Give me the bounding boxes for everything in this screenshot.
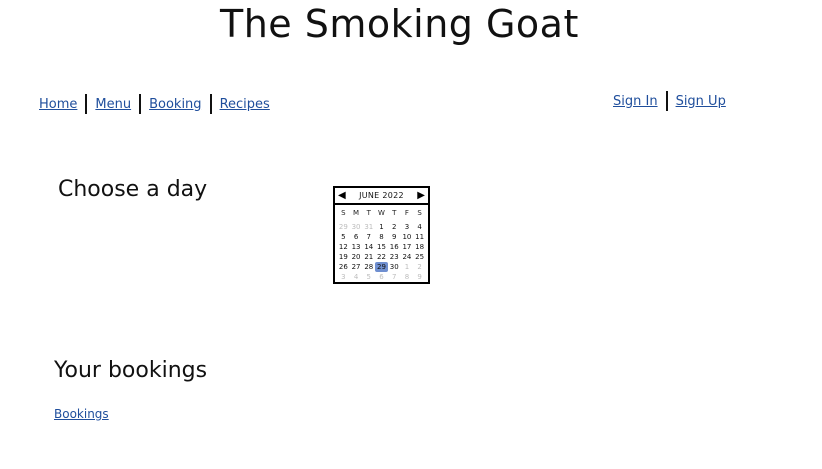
calendar-day[interactable]: 5 (362, 272, 375, 282)
calendar-day[interactable]: 5 (337, 232, 350, 242)
calendar-week-row: 19 20 21 22 23 24 25 (335, 252, 428, 262)
calendar-day[interactable]: 30 (388, 262, 401, 272)
main-nav: Home Menu Booking Recipes (39, 94, 270, 114)
nav-separator (85, 94, 88, 114)
calendar-week-row: 3456789 (335, 272, 428, 282)
calendar-header: ◀ JUNE 2022 ▶ (335, 188, 428, 205)
calendar-day[interactable]: 4 (413, 222, 426, 232)
nav-recipes-link[interactable]: Recipes (220, 97, 270, 112)
weekday-label: W (378, 209, 385, 217)
weekday-label: M (353, 209, 360, 217)
your-bookings-heading: Your bookings (54, 358, 208, 383)
weekday-label: T (366, 209, 371, 217)
weekday-label: S (341, 209, 346, 217)
nav-booking-link[interactable]: Booking (149, 97, 201, 112)
calendar-day[interactable]: 26 (337, 262, 350, 272)
weekday-label: F (404, 209, 409, 217)
calendar-day[interactable]: 2 (388, 222, 401, 232)
calendar-day[interactable]: 9 (413, 272, 426, 282)
calendar-week-row: 26 27 28 29 30 1 2 (335, 262, 428, 272)
calendar-day[interactable]: 14 (362, 242, 375, 252)
sign-in-link[interactable]: Sign In (613, 94, 658, 109)
calendar-day[interactable]: 17 (401, 242, 414, 252)
calendar-day[interactable]: 20 (350, 252, 363, 262)
calendar-day[interactable]: 10 (401, 232, 414, 242)
calendar-day[interactable]: 7 (388, 272, 401, 282)
calendar-day[interactable]: 11 (413, 232, 426, 242)
calendar-day[interactable]: 8 (375, 232, 388, 242)
calendar-day[interactable]: 8 (401, 272, 414, 282)
date-picker-calendar: ◀ JUNE 2022 ▶ S M T W T F S 29 30 31 1 2 3 4 5 6… (333, 186, 430, 284)
calendar-day[interactable]: 7 (362, 232, 375, 242)
bookings-link[interactable]: Bookings (54, 407, 109, 421)
calendar-day[interactable]: 21 (362, 252, 375, 262)
prev-month-icon[interactable]: ◀ (338, 190, 346, 201)
calendar-day[interactable]: 30 (350, 222, 363, 232)
calendar-day[interactable]: 16 (388, 242, 401, 252)
nav-separator (209, 94, 212, 114)
calendar-day[interactable]: 1 (375, 222, 388, 232)
auth-nav: Sign In Sign Up (613, 91, 726, 111)
calendar-day-selected[interactable]: 29 (375, 262, 388, 272)
site-title: The Smoking Goat (220, 2, 579, 46)
calendar-day[interactable]: 27 (350, 262, 363, 272)
calendar-day[interactable]: 9 (388, 232, 401, 242)
calendar-day[interactable]: 3 (401, 222, 414, 232)
calendar-day[interactable]: 1 (401, 262, 414, 272)
calendar-day[interactable]: 19 (337, 252, 350, 262)
nav-menu-link[interactable]: Menu (95, 97, 131, 112)
calendar-day[interactable]: 18 (413, 242, 426, 252)
calendar-day[interactable]: 25 (413, 252, 426, 262)
calendar-day[interactable]: 24 (401, 252, 414, 262)
nav-home-link[interactable]: Home (39, 97, 77, 112)
calendar-day[interactable]: 2 (413, 262, 426, 272)
calendar-day[interactable]: 3 (337, 272, 350, 282)
nav-separator (139, 94, 142, 114)
calendar-day[interactable]: 22 (375, 252, 388, 262)
calendar-day[interactable]: 15 (375, 242, 388, 252)
weekday-label: T (392, 209, 397, 217)
calendar-day[interactable]: 6 (350, 232, 363, 242)
calendar-day[interactable]: 23 (388, 252, 401, 262)
weekday-label: S (417, 209, 422, 217)
nav-separator (665, 91, 668, 111)
calendar-day[interactable]: 13 (350, 242, 363, 252)
calendar-week-row: 5 6 7 8 9 10 11 (335, 232, 428, 242)
calendar-day[interactable]: 6 (375, 272, 388, 282)
sign-up-link[interactable]: Sign Up (676, 94, 726, 109)
weekday-row: S M T W T F S (335, 208, 428, 218)
next-month-icon[interactable]: ▶ (417, 190, 425, 201)
calendar-day[interactable]: 31 (362, 222, 375, 232)
calendar-week-row: 12 13 14 15 16 17 18 (335, 242, 428, 252)
calendar-month-label: JUNE 2022 (359, 191, 404, 200)
calendar-week-row: 29 30 31 1 2 3 4 (335, 222, 428, 232)
calendar-day[interactable]: 28 (362, 262, 375, 272)
calendar-day[interactable]: 4 (350, 272, 363, 282)
calendar-day[interactable]: 29 (337, 222, 350, 232)
calendar-days-grid: 29 30 31 1 2 3 4 5 6 7 8 9 10 11 12 13 14 15 16 17 18 19 20 21 2… (335, 222, 428, 282)
choose-day-heading: Choose a day (58, 177, 208, 202)
calendar-day[interactable]: 12 (337, 242, 350, 252)
